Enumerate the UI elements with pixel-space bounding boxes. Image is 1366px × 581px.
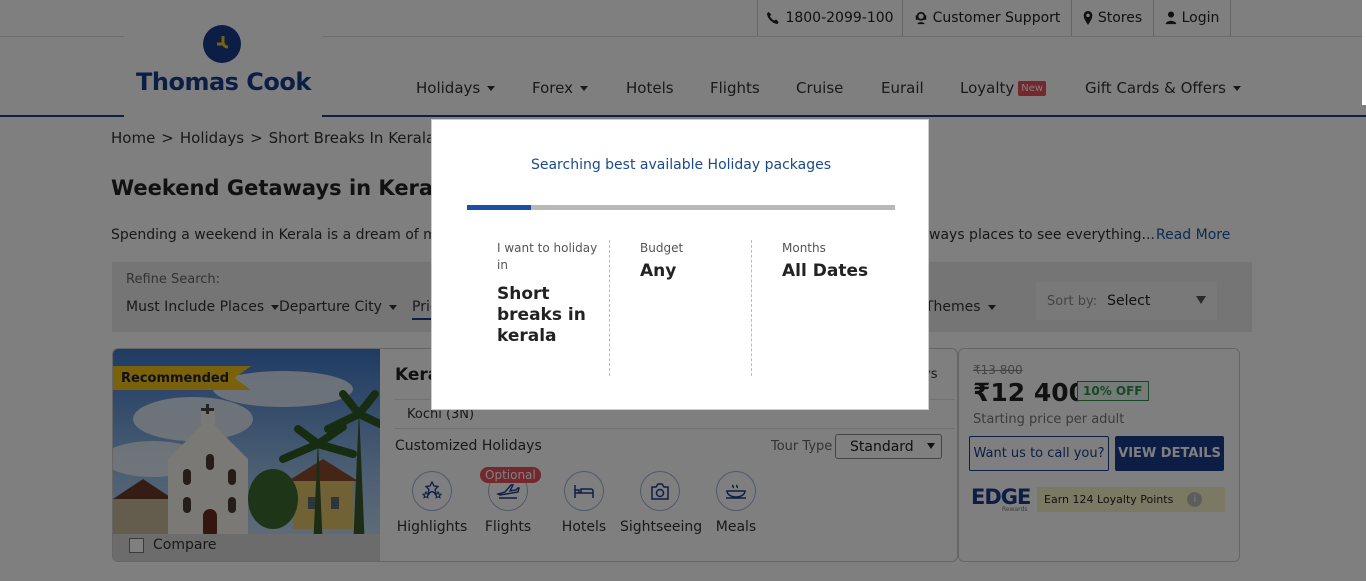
months-value: All Dates [782, 261, 869, 281]
search-progress-bar [467, 205, 895, 210]
budget-label: Budget [640, 241, 684, 255]
scrollbar[interactable] [1362, 0, 1366, 105]
budget-value: Any [640, 261, 677, 281]
search-loading-modal: Searching best available Holiday package… [431, 119, 929, 410]
budget-summary: Budget Any [609, 240, 751, 376]
months-label: Months [782, 241, 826, 255]
modal-title: Searching best available Holiday package… [530, 157, 832, 173]
progress-fill [467, 205, 532, 210]
destination-value: Short breaks in kerala [497, 284, 586, 346]
destination-label: I want to holiday in [497, 241, 598, 272]
months-summary: Months All Dates [751, 240, 896, 376]
destination-summary: I want to holiday in Short breaks in ker… [497, 240, 609, 376]
